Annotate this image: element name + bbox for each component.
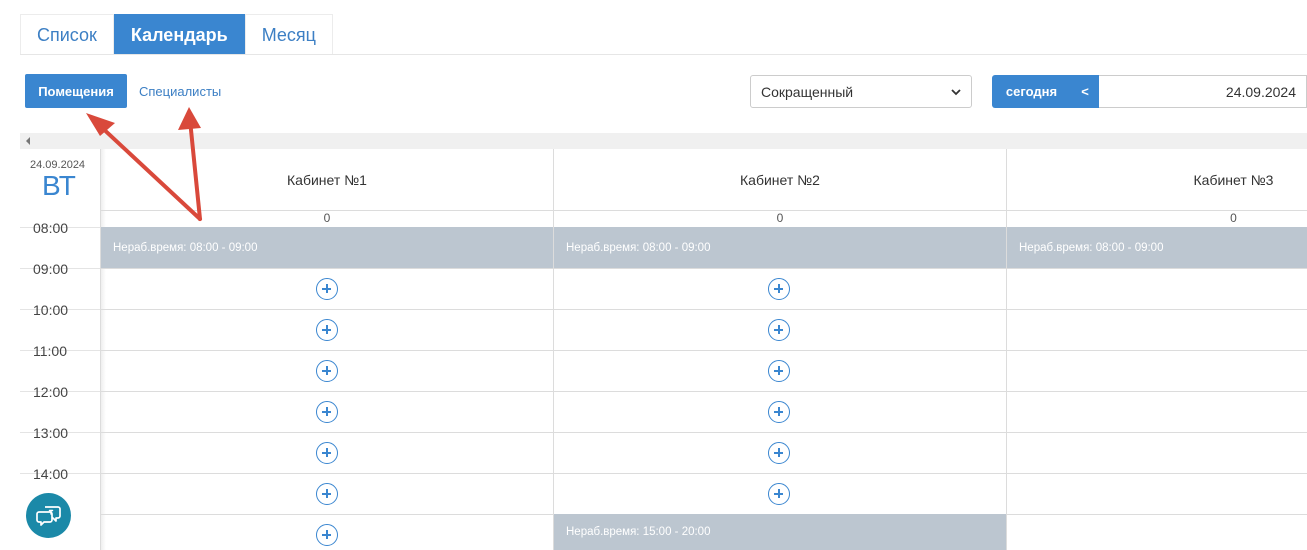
room-header: Кабинет №3 xyxy=(1007,149,1307,211)
add-slot-icon[interactable] xyxy=(316,278,338,300)
horizontal-scrollbar[interactable] xyxy=(20,133,1307,149)
time-label: 11:00 xyxy=(33,343,67,359)
time-slot xyxy=(1007,473,1307,514)
tab-calendar[interactable]: Календарь xyxy=(113,14,245,55)
room-column: Кабинет №1 0 Нераб.время: 08:00 - 09:00 xyxy=(100,149,553,550)
room-count: 0 xyxy=(323,211,331,225)
time-label: 12:00 xyxy=(33,384,69,400)
view-tabs: Список Календарь Месяц xyxy=(20,14,333,55)
room-header: Кабинет №1 xyxy=(101,149,553,211)
chevron-down-icon xyxy=(951,89,961,96)
add-slot-icon[interactable] xyxy=(316,483,338,505)
time-slot xyxy=(101,473,553,514)
add-slot-icon[interactable] xyxy=(768,360,790,382)
time-slot xyxy=(1007,391,1307,432)
room-count: 0 xyxy=(776,211,784,225)
rooms-button[interactable]: Помещения xyxy=(25,74,127,108)
date-field[interactable]: 24.09.2024 xyxy=(1099,75,1307,108)
add-slot-icon[interactable] xyxy=(316,401,338,423)
arrowhead-icon xyxy=(178,107,201,130)
time-label: 10:00 xyxy=(33,302,69,318)
tab-list[interactable]: Список xyxy=(20,14,114,55)
view-mode-value: Сокращенный xyxy=(761,83,854,100)
add-slot-icon[interactable] xyxy=(768,401,790,423)
tabs-divider xyxy=(20,54,1307,55)
time-label: 14:00 xyxy=(33,466,69,482)
schedule-grid: Кабинет №1 0 Нераб.время: 08:00 - 09:00 … xyxy=(100,149,1307,550)
time-slot xyxy=(101,432,553,473)
room-count: 0 xyxy=(1230,211,1237,225)
time-slot xyxy=(554,391,1006,432)
time-slot xyxy=(554,473,1006,514)
non-working-block: Нераб.время: 08:00 - 09:00 xyxy=(1007,227,1307,268)
chat-button[interactable] xyxy=(26,493,71,538)
view-mode-select[interactable]: Сокращенный xyxy=(750,75,972,108)
time-slot xyxy=(1007,268,1307,309)
time-label: 08:00 xyxy=(33,220,69,236)
scroll-left-icon[interactable] xyxy=(26,137,30,145)
today-button[interactable]: сегодня xyxy=(992,75,1071,108)
time-slot xyxy=(101,514,553,550)
time-slot xyxy=(1007,514,1307,550)
add-slot-icon[interactable] xyxy=(316,524,338,546)
add-slot-icon[interactable] xyxy=(316,442,338,464)
time-column: 24.09.2024 ВТ 08:00 09:00 10:00 11:00 12… xyxy=(20,149,106,550)
non-working-block: Нераб.время: 08:00 - 09:00 xyxy=(554,227,1006,268)
time-slot xyxy=(101,391,553,432)
room-header: Кабинет №2 xyxy=(554,149,1006,211)
day-weekday: ВТ xyxy=(42,170,76,201)
non-working-block: Нераб.время: 08:00 - 09:00 xyxy=(101,227,553,268)
room-column: Кабинет №2 0 Нераб.время: 08:00 - 09:00 … xyxy=(553,149,1006,550)
time-slot xyxy=(101,268,553,309)
time-slot xyxy=(554,432,1006,473)
room-column: Кабинет №3 0 Нераб.время: 08:00 - 09:00 xyxy=(1006,149,1307,550)
add-slot-icon[interactable] xyxy=(768,483,790,505)
add-slot-icon[interactable] xyxy=(768,278,790,300)
time-label: 13:00 xyxy=(33,425,69,441)
chat-bubbles-icon xyxy=(35,505,61,526)
add-slot-icon[interactable] xyxy=(316,360,338,382)
add-slot-icon[interactable] xyxy=(316,319,338,341)
time-slot xyxy=(101,309,553,350)
non-working-block: Нераб.время: 15:00 - 20:00 xyxy=(554,514,1006,550)
time-slot xyxy=(1007,432,1307,473)
time-slot xyxy=(554,309,1006,350)
add-slot-icon[interactable] xyxy=(768,319,790,341)
time-slot xyxy=(554,268,1006,309)
time-slot xyxy=(554,350,1006,391)
add-slot-icon[interactable] xyxy=(768,442,790,464)
time-label: 09:00 xyxy=(33,261,69,277)
time-slot xyxy=(1007,309,1307,350)
time-slot xyxy=(101,350,553,391)
specialists-button[interactable]: Специалисты xyxy=(139,74,221,108)
tab-month[interactable]: Месяц xyxy=(244,14,333,55)
time-slot xyxy=(1007,350,1307,391)
prev-day-button[interactable]: < xyxy=(1071,75,1099,108)
